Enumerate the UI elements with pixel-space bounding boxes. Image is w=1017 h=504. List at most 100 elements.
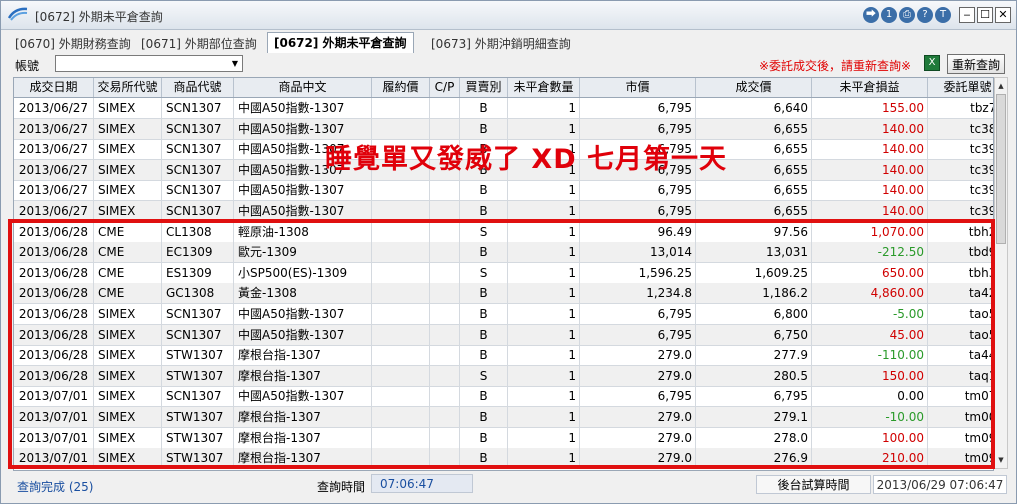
account-select[interactable]: ▼ <box>55 55 243 72</box>
tab-0670[interactable]: [0670] 外期財務查詢 <box>15 35 131 52</box>
cell-cp <box>430 201 460 221</box>
tab-0672[interactable]: [0672] 外期未平倉查詢 <box>267 32 414 53</box>
cell-unrealized-pnl: 140.00 <box>812 139 928 160</box>
cell-exchange: SIMEX <box>94 118 162 139</box>
column-header-order-no[interactable]: 委託單號 <box>928 78 993 97</box>
cell-product-name: 中國A50指數-1307 <box>234 201 372 221</box>
cell-fill-price: 6,655 <box>696 118 812 139</box>
cell-trade-date: 2013/06/27 <box>14 201 94 221</box>
cell-market-price: 6,795 <box>580 98 696 118</box>
column-header-trade-date[interactable]: 成交日期 <box>14 78 94 97</box>
tab-bar: [0670] 外期財務查詢 [0671] 外期部位查詢 [0672] 外期未平倉… <box>1 32 1016 53</box>
cell-open-qty: 1 <box>508 118 580 139</box>
column-header-open-qty[interactable]: 未平倉數量 <box>508 78 580 97</box>
minimize-button[interactable]: ‒ <box>959 7 975 23</box>
cell-unrealized-pnl: 140.00 <box>812 118 928 139</box>
cell-unrealized-pnl: 140.00 <box>812 201 928 221</box>
cell-market-price: 6,795 <box>580 201 696 221</box>
cell-side: B <box>460 180 508 201</box>
cell-open-qty: 1 <box>508 98 580 118</box>
vertical-scrollbar[interactable]: ▲ ▼ <box>994 77 1008 469</box>
column-header-exchange[interactable]: 交易所代號 <box>94 78 162 97</box>
cell-trade-date: 2013/06/27 <box>14 180 94 201</box>
cell-open-qty: 1 <box>508 180 580 201</box>
column-header-side[interactable]: 買賣別 <box>460 78 508 97</box>
text-icon[interactable]: T <box>935 7 951 23</box>
cell-strike <box>372 201 430 221</box>
cell-product-code: SCN1307 <box>162 139 234 160</box>
cell-side: B <box>460 201 508 221</box>
scroll-down-icon[interactable]: ▼ <box>996 454 1006 466</box>
tab-0671[interactable]: [0671] 外期部位查詢 <box>141 35 257 52</box>
cell-strike <box>372 98 430 118</box>
query-time: 07:06:47 <box>371 474 473 493</box>
cell-order-no: tc381 <box>928 119 993 139</box>
column-header-product-name[interactable]: 商品中文 <box>234 78 372 97</box>
toolbar: 帳號 ▼ ※委託成交後，請重新查詢※ X 重新查詢 <box>1 53 1016 76</box>
print-icon[interactable]: ⎙ <box>899 7 915 23</box>
cell-side: B <box>460 118 508 139</box>
cell-fill-price: 6,640 <box>696 98 812 118</box>
table-row[interactable]: 2013/06/27 SIMEX SCN1307 中國A50指數-1307 B 1 6,79… <box>14 98 993 119</box>
cell-unrealized-pnl: 140.00 <box>812 159 928 180</box>
cell-unrealized-pnl: 140.00 <box>812 180 928 201</box>
status-bar: 查詢完成 (25) 查詢時間 07:06:47 後台試算時間 2013/06/2… <box>1 473 1016 497</box>
column-header-strike[interactable]: 履約價 <box>372 78 430 97</box>
cell-fill-price: 6,655 <box>696 201 812 221</box>
maximize-button[interactable]: ☐ <box>977 7 993 23</box>
help-icon[interactable]: ? <box>917 7 933 23</box>
table-header: 成交日期 交易所代號 商品代號 商品中文 履約價 C/P 買賣別 未平倉數量 市價 成交價 未平倉損… <box>14 78 993 98</box>
scroll-thumb[interactable] <box>996 94 1006 244</box>
cell-exchange: SIMEX <box>94 201 162 221</box>
cell-product-name: 中國A50指數-1307 <box>234 180 372 201</box>
cell-trade-date: 2013/06/27 <box>14 139 94 160</box>
cell-product-code: SCN1307 <box>162 159 234 180</box>
app-window: [0672] 外期未平倉查詢 ⮕ 1 ⎙ ? T ‒ ☐ ✕ [0670] 外期… <box>0 0 1017 504</box>
cell-order-no: tc393 <box>928 160 993 180</box>
cell-product-name: 中國A50指數-1307 <box>234 98 372 118</box>
backend-time-label: 後台試算時間 <box>756 475 871 494</box>
cell-strike <box>372 118 430 139</box>
cell-exchange: SIMEX <box>94 180 162 201</box>
cell-product-code: SCN1307 <box>162 201 234 221</box>
cell-product-name: 中國A50指數-1307 <box>234 118 372 139</box>
cell-side: B <box>460 98 508 118</box>
excel-icon[interactable]: X <box>924 55 940 71</box>
backend-time: 2013/06/29 07:06:47 <box>873 475 1007 494</box>
column-header-fill-price[interactable]: 成交價 <box>696 78 812 97</box>
requery-notice: ※委託成交後，請重新查詢※ <box>759 59 912 73</box>
cell-product-code: SCN1307 <box>162 118 234 139</box>
cell-trade-date: 2013/06/27 <box>14 98 94 118</box>
export-icon[interactable]: ⮕ <box>863 7 879 23</box>
cell-order-no: tc396 <box>928 201 993 221</box>
cell-exchange: SIMEX <box>94 159 162 180</box>
highlight-box <box>8 219 995 469</box>
requery-button[interactable]: 重新查詢 <box>947 54 1005 74</box>
cell-product-code: SCN1307 <box>162 98 234 118</box>
cell-market-price: 6,795 <box>580 118 696 139</box>
cell-cp <box>430 98 460 118</box>
cell-market-price: 6,795 <box>580 180 696 201</box>
cell-trade-date: 2013/06/27 <box>14 118 94 139</box>
column-header-product-code[interactable]: 商品代號 <box>162 78 234 97</box>
scroll-up-icon[interactable]: ▲ <box>996 80 1006 92</box>
cell-exchange: SIMEX <box>94 139 162 160</box>
query-status: 查詢完成 (25) <box>17 480 94 494</box>
cell-order-no: tbz79 <box>928 98 993 118</box>
close-button[interactable]: ✕ <box>995 7 1011 23</box>
table-row[interactable]: 2013/06/27 SIMEX SCN1307 中國A50指數-1307 B 1 6,79… <box>14 180 993 202</box>
cell-product-code: SCN1307 <box>162 180 234 201</box>
cell-exchange: SIMEX <box>94 98 162 118</box>
column-header-cp[interactable]: C/P <box>430 78 460 97</box>
column-header-unrealized-pnl[interactable]: 未平倉損益 <box>812 78 928 97</box>
title-bar: [0672] 外期未平倉查詢 ⮕ 1 ⎙ ? T ‒ ☐ ✕ <box>1 1 1016 30</box>
column-header-market-price[interactable]: 市價 <box>580 78 696 97</box>
query-time-label: 查詢時間 <box>317 480 366 494</box>
overlay-caption: 睡覺單又發威了 XD 七月第一天 <box>325 144 728 175</box>
tab-0673[interactable]: [0673] 外期沖銷明細查詢 <box>431 35 571 52</box>
number-one-icon[interactable]: 1 <box>881 7 897 23</box>
cell-cp <box>430 118 460 139</box>
cell-cp <box>430 180 460 201</box>
app-logo-icon <box>7 7 28 21</box>
cell-order-no: tc392 <box>928 139 993 159</box>
